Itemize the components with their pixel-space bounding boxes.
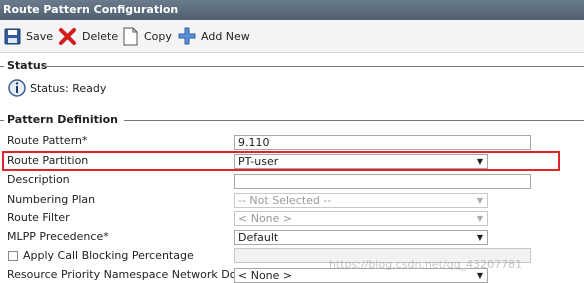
status-divider xyxy=(44,66,584,67)
mlpp-precedence-label: MLPP Precedence* xyxy=(7,230,109,243)
pattern-divider xyxy=(124,120,584,121)
status-message: Status: Ready xyxy=(30,82,107,95)
chevron-down-icon: ▼ xyxy=(476,196,483,205)
resource-priority-label: Resource Priority Namespace Network Doma… xyxy=(7,268,264,281)
route-filter-value: < None > xyxy=(238,212,293,225)
add-new-label: Add New xyxy=(201,29,250,43)
copy-icon xyxy=(123,27,138,45)
route-pattern-label: Route Pattern* xyxy=(7,134,88,147)
add-icon xyxy=(178,27,196,45)
save-button[interactable]: Save xyxy=(4,25,53,47)
delete-icon xyxy=(59,27,76,45)
delete-button[interactable]: Delete xyxy=(58,25,118,47)
pattern-section-title: Pattern Definition xyxy=(7,113,119,126)
numbering-plan-select[interactable]: -- Not Selected -- ▼ xyxy=(234,193,488,208)
save-label: Save xyxy=(26,29,54,43)
route-filter-label: Route Filter xyxy=(7,211,70,224)
watermark: https://blog.csdn.net/qq_43207781 xyxy=(329,258,523,271)
description-label: Description xyxy=(7,173,70,186)
save-icon xyxy=(4,28,21,44)
route-partition-select[interactable]: PT-user ▼ xyxy=(234,154,488,169)
description-input[interactable] xyxy=(234,174,531,189)
copy-button[interactable]: Copy xyxy=(122,25,172,47)
toolbar: Save Delete Copy Add New xyxy=(0,20,584,53)
mlpp-precedence-select[interactable]: Default ▼ xyxy=(234,230,488,245)
copy-label: Copy xyxy=(144,29,172,43)
apply-call-blocking-label: Apply Call Blocking Percentage xyxy=(23,249,194,262)
numbering-plan-label: Numbering Plan xyxy=(7,193,96,206)
status-section-title: Status xyxy=(7,59,48,72)
route-filter-select[interactable]: < None > ▼ xyxy=(234,211,488,226)
chevron-down-icon: ▼ xyxy=(476,157,483,166)
chevron-down-icon: ▼ xyxy=(476,214,483,223)
apply-call-blocking-checkbox[interactable] xyxy=(8,251,18,261)
chevron-down-icon: ▼ xyxy=(476,233,483,242)
resource-priority-value: < None > xyxy=(238,269,293,282)
info-icon xyxy=(8,79,26,97)
route-partition-value: PT-user xyxy=(238,155,279,168)
pattern-divider-left xyxy=(0,120,4,121)
mlpp-precedence-value: Default xyxy=(238,231,279,244)
window-title: Route Pattern Configuration xyxy=(0,0,584,20)
add-new-button[interactable]: Add New xyxy=(178,25,250,47)
route-pattern-input[interactable]: 9.110 xyxy=(234,135,531,150)
numbering-plan-value: -- Not Selected -- xyxy=(238,194,332,207)
status-divider-left xyxy=(0,66,4,67)
route-partition-label: Route Partition xyxy=(7,154,89,167)
delete-label: Delete xyxy=(82,29,119,43)
